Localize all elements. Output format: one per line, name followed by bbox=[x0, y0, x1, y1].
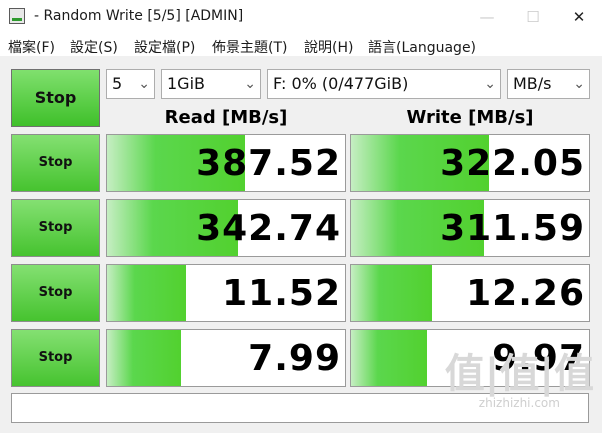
row-4-stop-button[interactable]: Stop bbox=[11, 329, 100, 387]
unit-select[interactable]: MB/s ⌄ bbox=[507, 69, 590, 99]
menu-settings[interactable]: 設定(S) bbox=[70, 37, 118, 57]
write-header: Write [MB/s] bbox=[406, 107, 534, 128]
row-1-stop-button[interactable]: Stop bbox=[11, 134, 100, 192]
row-2-stop-button[interactable]: Stop bbox=[11, 199, 100, 257]
row-1-write-value: 322.05 bbox=[440, 143, 585, 184]
size-value: 1GiB bbox=[167, 74, 205, 93]
row-2-read-cell: 342.74 bbox=[106, 199, 346, 257]
menu-file[interactable]: 檔案(F) bbox=[8, 37, 55, 57]
row-3-stop-button[interactable]: Stop bbox=[11, 264, 100, 322]
row-3-write-value: 12.26 bbox=[466, 273, 585, 314]
chevron-down-icon: ⌄ bbox=[138, 76, 150, 92]
chevron-down-icon: ⌄ bbox=[484, 76, 496, 92]
watermark-logo: 值|值|值 bbox=[444, 351, 594, 397]
title-bar: - Random Write [5/5] [ADMIN] — ☐ ✕ bbox=[0, 0, 602, 34]
unit-value: MB/s bbox=[513, 74, 552, 93]
maximize-button[interactable]: ☐ bbox=[510, 0, 556, 34]
row-1-write-cell: 322.05 bbox=[350, 134, 590, 192]
menu-language[interactable]: 語言(Language) bbox=[368, 37, 476, 57]
row-4-write-bar bbox=[351, 330, 428, 386]
row-3-read-value: 11.52 bbox=[222, 273, 341, 314]
count-value: 5 bbox=[112, 74, 123, 93]
menu-profile[interactable]: 設定檔(P) bbox=[134, 37, 195, 57]
drive-select[interactable]: F: 0% (0/477GiB) ⌄ bbox=[267, 69, 501, 99]
row-2-write-value: 311.59 bbox=[440, 208, 585, 249]
chevron-down-icon: ⌄ bbox=[244, 76, 256, 92]
row-4-read-value: 7.99 bbox=[248, 338, 341, 379]
window-title: - Random Write [5/5] [ADMIN] bbox=[34, 8, 244, 24]
row-4-read-cell: 7.99 bbox=[106, 329, 346, 387]
row-4-read-bar bbox=[107, 330, 181, 386]
minimize-button[interactable]: — bbox=[464, 0, 510, 34]
read-header: Read [MB/s] bbox=[164, 107, 288, 128]
row-2-write-cell: 311.59 bbox=[350, 199, 590, 257]
drive-value: F: 0% (0/477GiB) bbox=[273, 74, 409, 93]
menu-bar: 檔案(F) 設定(S) 設定檔(P) 佈景主題(T) 說明(H) 語言(Lang… bbox=[0, 34, 602, 56]
row-1-read-value: 387.52 bbox=[196, 143, 341, 184]
app-icon bbox=[9, 8, 25, 24]
count-select[interactable]: 5 ⌄ bbox=[106, 69, 155, 99]
close-button[interactable]: ✕ bbox=[556, 0, 602, 34]
chevron-down-icon: ⌄ bbox=[573, 76, 585, 92]
row-1-read-cell: 387.52 bbox=[106, 134, 346, 192]
row-3-read-cell: 11.52 bbox=[106, 264, 346, 322]
row-2-read-value: 342.74 bbox=[196, 208, 341, 249]
watermark-url: zhizhizhi.com bbox=[478, 396, 560, 410]
all-stop-button[interactable]: Stop bbox=[11, 69, 100, 127]
watermark: 值|值|值 zhizhizhi.com bbox=[445, 352, 594, 410]
row-3-read-bar bbox=[107, 265, 186, 321]
size-select[interactable]: 1GiB ⌄ bbox=[161, 69, 261, 99]
row-3-write-bar bbox=[351, 265, 432, 321]
row-3-write-cell: 12.26 bbox=[350, 264, 590, 322]
menu-theme[interactable]: 佈景主題(T) bbox=[212, 37, 287, 57]
menu-help[interactable]: 說明(H) bbox=[304, 37, 353, 57]
